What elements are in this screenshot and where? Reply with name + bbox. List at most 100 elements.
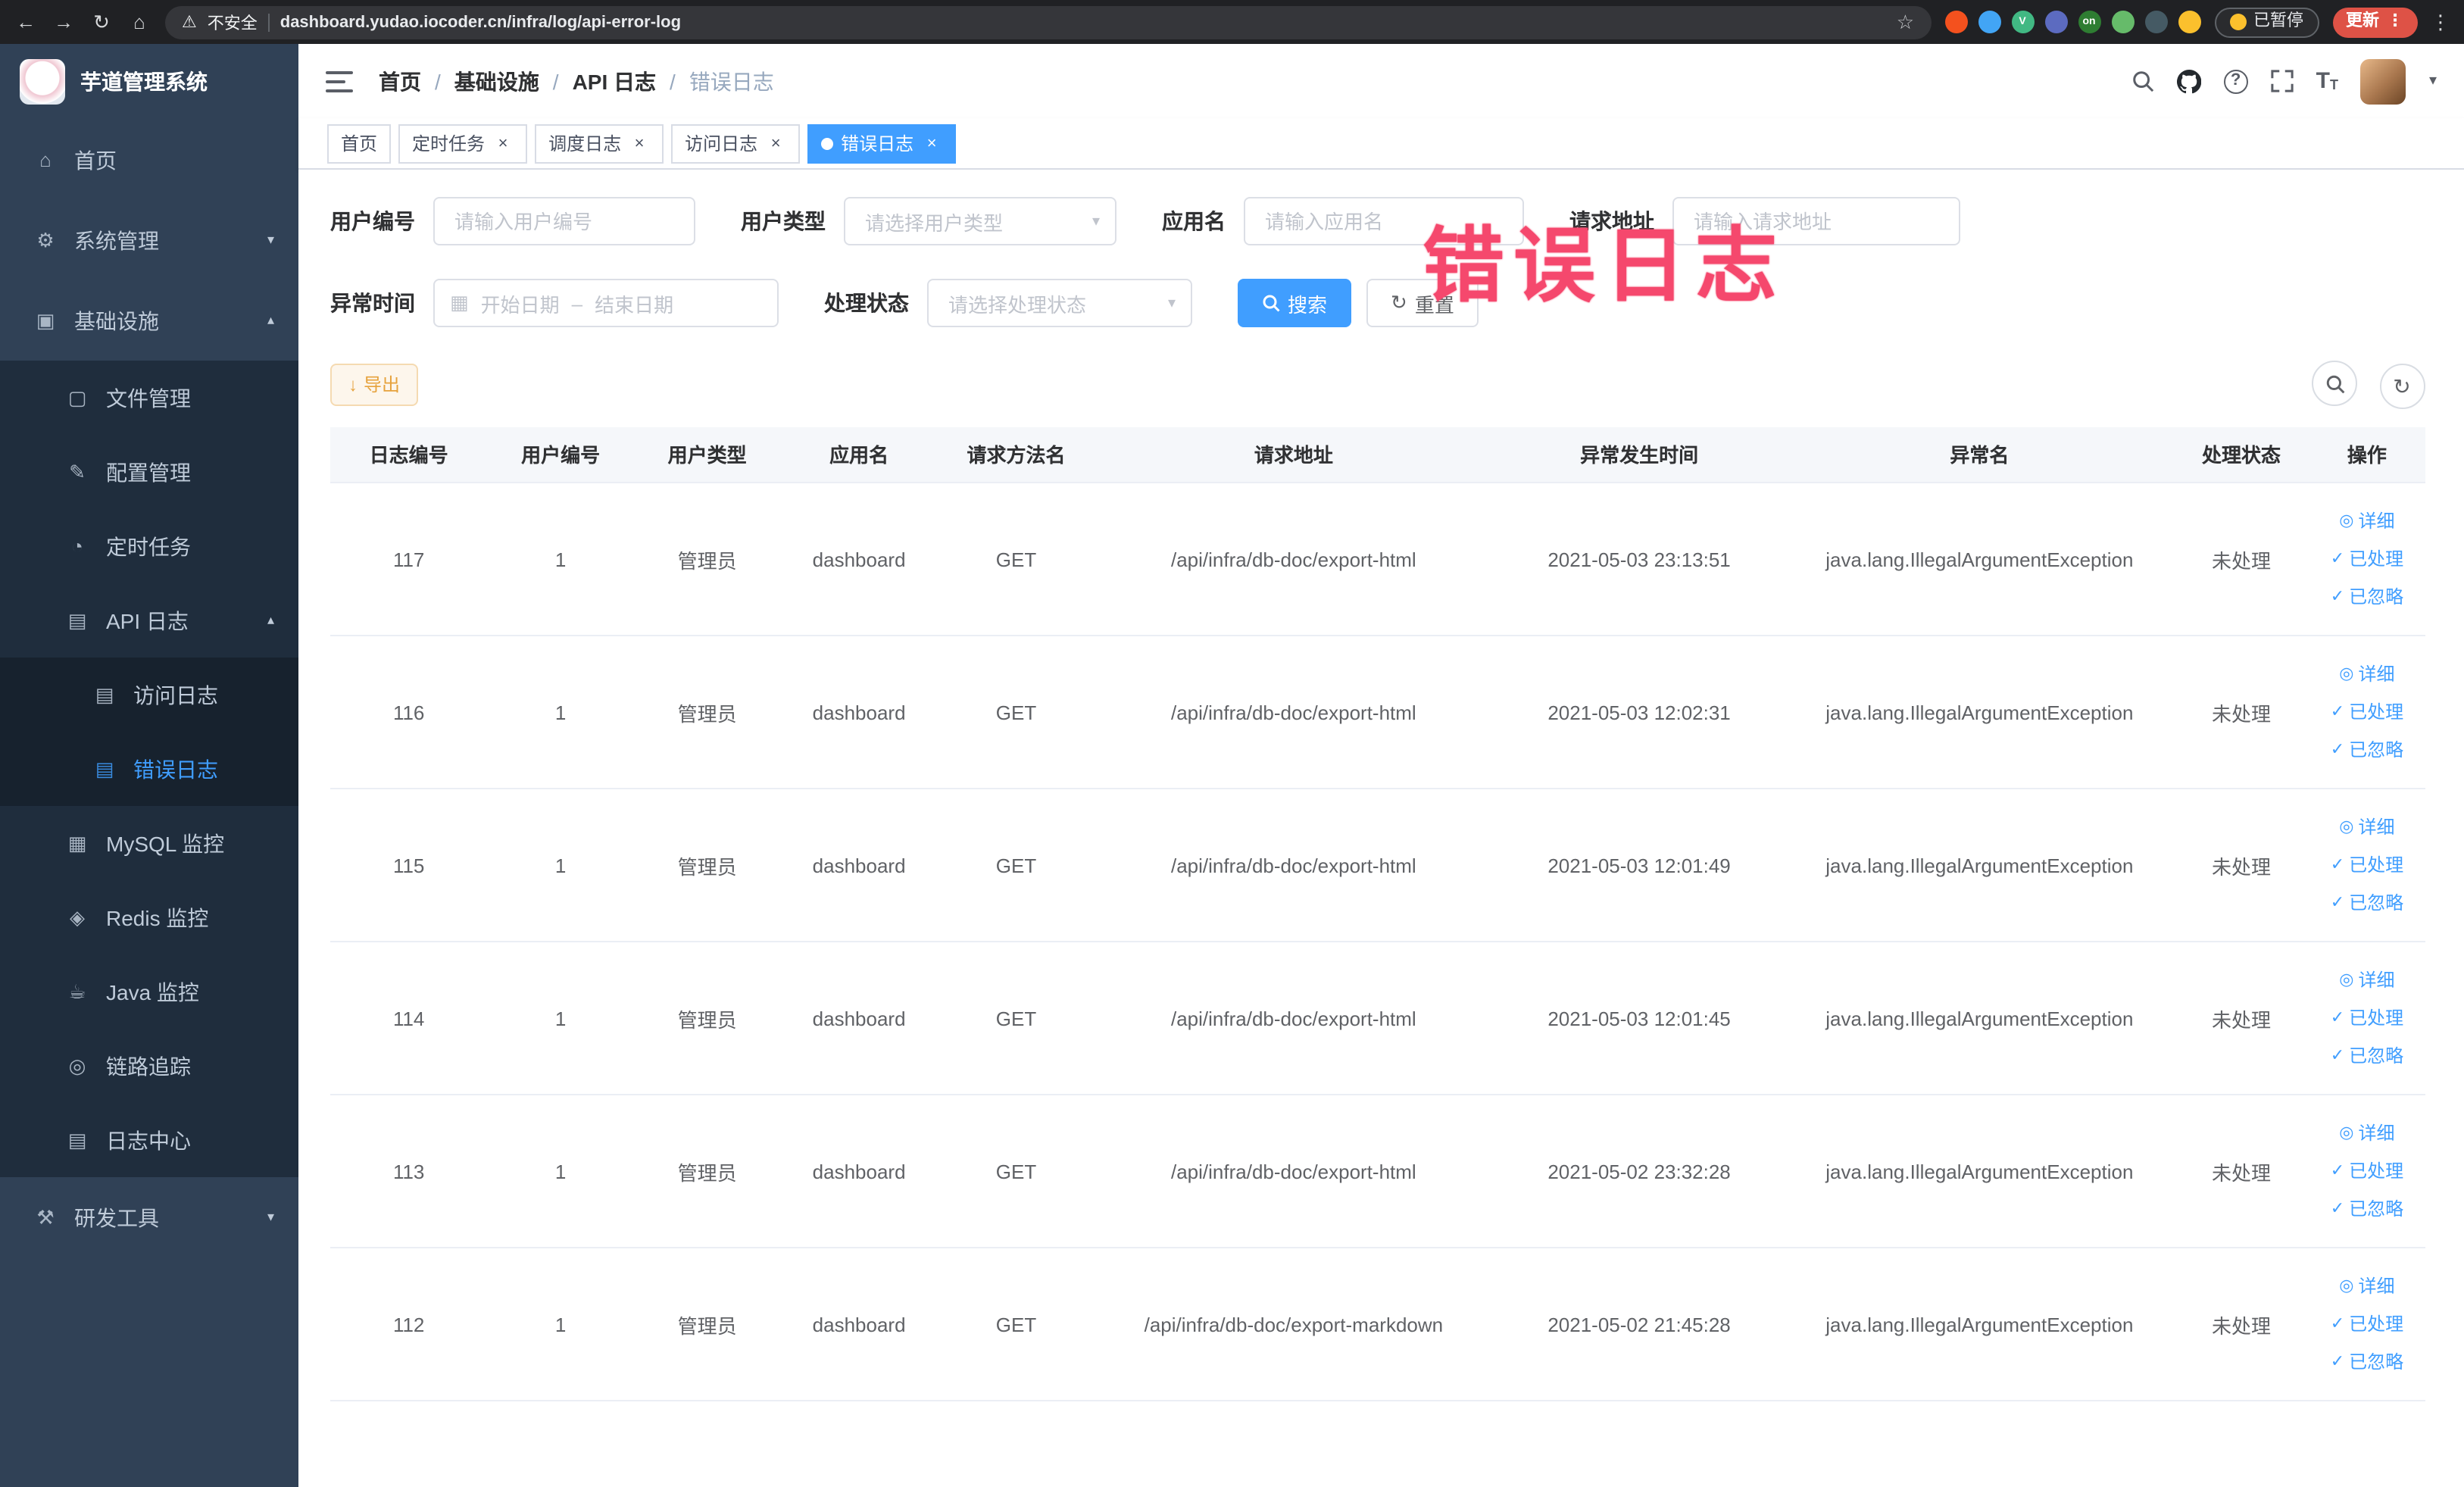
breadcrumb-item[interactable]: API 日志 (573, 66, 656, 96)
action-detail[interactable]: ◎ 详细 (2316, 961, 2419, 999)
action-detail[interactable]: ◎ 详细 (2316, 1267, 2419, 1305)
adblock-extension-icon[interactable] (1944, 11, 1967, 33)
check-icon: ✓ (2330, 1008, 2345, 1026)
switch-extension-icon[interactable]: on (2078, 11, 2100, 33)
action-label: 详细 (2358, 1275, 2395, 1296)
sidebar-item-mysql-monitor[interactable]: ▦ MySQL 监控 (0, 806, 298, 880)
action-detail[interactable]: ◎ 详细 (2316, 502, 2419, 540)
sidebar-item-java-monitor[interactable]: ☕ Java 监控 (0, 954, 298, 1029)
breadcrumb-item[interactable]: 基础设施 (454, 66, 539, 96)
search-button[interactable]: 搜索 (1238, 279, 1352, 327)
gear-icon: ⚙ (36, 228, 55, 251)
app-logo[interactable]: 芋道管理系统 (0, 44, 298, 120)
export-button[interactable]: ↓ 导出 (330, 363, 419, 406)
cell-user_id: 1 (487, 483, 634, 636)
cell-method: GET (937, 636, 1095, 789)
cell-method: GET (937, 789, 1095, 942)
exception-time-range[interactable]: ▦ 开始日期 – 结束日期 (433, 279, 779, 327)
tab-home[interactable]: 首页 (327, 123, 392, 163)
close-icon[interactable]: × (765, 133, 786, 154)
sidebar-item-label: 错误日志 (133, 757, 218, 781)
action-processed[interactable]: ✓ 已处理 (2316, 540, 2419, 578)
search-icon[interactable] (2131, 70, 2154, 92)
font-size-icon[interactable]: TT (2316, 70, 2338, 92)
sidebar-item-error-log[interactable]: ▤ 错误日志 (0, 732, 298, 806)
export-button-label: 导出 (364, 374, 401, 396)
bookmark-star-icon[interactable]: ☆ (1897, 10, 1914, 34)
sidebar-item-system-mgmt[interactable]: ⚙ 系统管理 ▾ (0, 200, 298, 280)
forward-icon[interactable]: → (52, 12, 76, 32)
hamburger-icon[interactable] (326, 70, 353, 92)
grid-extension-icon[interactable] (2044, 11, 2067, 33)
action-ignored[interactable]: ✓ 已忽略 (2316, 1343, 2419, 1381)
reset-button[interactable]: ↻ 重置 (1366, 279, 1479, 327)
action-processed[interactable]: ✓ 已处理 (2316, 1152, 2419, 1190)
chevron-down-icon[interactable]: ▾ (2429, 73, 2437, 89)
sidebar-item-label: 日志中心 (106, 1128, 191, 1152)
action-processed[interactable]: ✓ 已处理 (2316, 846, 2419, 884)
request-url-input[interactable] (1672, 197, 1960, 245)
browser-home-icon[interactable]: ⌂ (127, 12, 151, 32)
hide-search-button[interactable] (2312, 361, 2358, 406)
close-icon[interactable]: × (629, 133, 650, 154)
check-icon: ✓ (2330, 702, 2345, 720)
sidebar-item-cron-job[interactable]: ◔ 定时任务 (0, 509, 298, 583)
action-detail[interactable]: ◎ 详细 (2316, 808, 2419, 846)
action-detail[interactable]: ◎ 详细 (2316, 1114, 2419, 1152)
sidebar-item-redis-monitor[interactable]: ◈ Redis 监控 (0, 880, 298, 954)
action-ignored[interactable]: ✓ 已忽略 (2316, 884, 2419, 922)
tab-error-log[interactable]: 错误日志 × (807, 123, 957, 163)
close-icon[interactable]: × (921, 133, 942, 154)
cell-exception: java.lang.IllegalArgumentException (1785, 1248, 2174, 1401)
action-processed[interactable]: ✓ 已处理 (2316, 1305, 2419, 1343)
close-icon[interactable]: × (492, 133, 514, 154)
sidebar-item-dev-tools[interactable]: ⚒ 研发工具 ▾ (0, 1177, 298, 1257)
action-ignored[interactable]: ✓ 已忽略 (2316, 1190, 2419, 1228)
url-text: dashboard.yudao.iocoder.cn/infra/log/api… (280, 13, 682, 31)
user-avatar[interactable] (2360, 58, 2406, 104)
fullscreen-icon[interactable] (2270, 70, 2294, 92)
back-icon[interactable]: ← (14, 12, 38, 32)
leaf-extension-icon[interactable] (2111, 11, 2134, 33)
reload-icon[interactable]: ↻ (89, 12, 114, 32)
action-detail[interactable]: ◎ 详细 (2316, 655, 2419, 693)
sidebar-item-log-center[interactable]: ▤ 日志中心 (0, 1103, 298, 1177)
sidebar-item-config-mgmt[interactable]: ✎ 配置管理 (0, 435, 298, 509)
water-drop-extension-icon[interactable] (1978, 11, 2000, 33)
puzzle-extension-icon[interactable] (2144, 11, 2167, 33)
github-icon[interactable] (2176, 69, 2201, 93)
calendar-icon: ▦ (450, 291, 469, 314)
column-header: 操作 (2309, 426, 2425, 483)
action-ignored[interactable]: ✓ 已忽略 (2316, 578, 2419, 616)
paused-button[interactable]: 已暂停 (2214, 7, 2319, 37)
user-id-label: 用户编号 (330, 209, 415, 233)
sidebar-item-access-log[interactable]: ▤ 访问日志 (0, 658, 298, 732)
tab-access-log[interactable]: 访问日志 × (671, 123, 801, 163)
user-type-select[interactable]: 请选择用户类型 ▾ (844, 197, 1116, 245)
update-button[interactable]: 更新 ⋮ (2332, 7, 2417, 37)
action-ignored[interactable]: ✓ 已忽略 (2316, 731, 2419, 769)
cell-id: 112 (330, 1248, 488, 1401)
sidebar-item-infrastructure[interactable]: ▣ 基础设施 ▴ (0, 280, 298, 361)
user-id-input[interactable] (433, 197, 695, 245)
sidebar-item-file-mgmt[interactable]: ▢ 文件管理 (0, 361, 298, 435)
vue-devtools-extension-icon[interactable]: V (2011, 11, 2034, 33)
action-ignored[interactable]: ✓ 已忽略 (2316, 1037, 2419, 1075)
process-status-select[interactable]: 请选择处理状态 ▾ (927, 279, 1192, 327)
browser-menu-icon[interactable]: ⋮ (2431, 10, 2450, 34)
help-icon[interactable]: ? (2223, 69, 2248, 93)
tab-job-log[interactable]: 调度日志 × (535, 123, 664, 163)
sidebar-item-api-log[interactable]: ▤ API 日志 ▴ (0, 583, 298, 658)
cell-user_id: 1 (487, 636, 634, 789)
sidebar-item-link-trace[interactable]: ◎ 链路追踪 (0, 1029, 298, 1103)
smiley-extension-icon[interactable] (2178, 11, 2200, 33)
url-bar[interactable]: ⚠ 不安全 dashboard.yudao.iocoder.cn/infra/l… (165, 5, 1931, 39)
app-name-input[interactable] (1244, 197, 1524, 245)
breadcrumb-item[interactable]: 首页 (379, 66, 421, 96)
timer-icon: ◔ (71, 535, 83, 558)
action-processed[interactable]: ✓ 已处理 (2316, 999, 2419, 1037)
sidebar-item-home[interactable]: ⌂ 首页 (0, 120, 298, 200)
refresh-button[interactable]: ↻ (2379, 363, 2425, 408)
tab-cron-job[interactable]: 定时任务 × (398, 123, 528, 163)
action-processed[interactable]: ✓ 已处理 (2316, 693, 2419, 731)
